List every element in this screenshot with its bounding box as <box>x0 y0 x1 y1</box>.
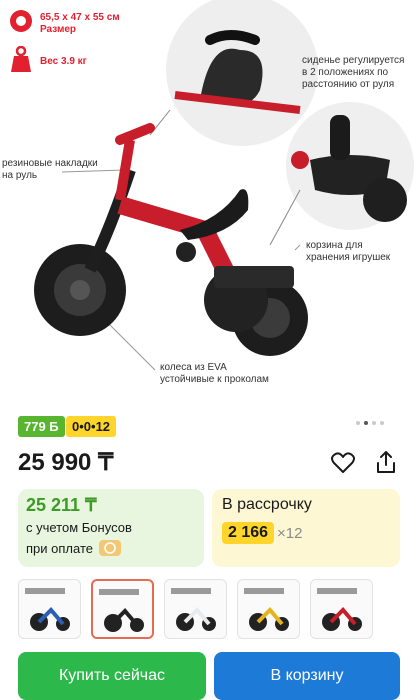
kaspi-card-icon <box>98 540 121 556</box>
carousel-dot <box>380 421 384 425</box>
thumbnail-image <box>25 588 70 631</box>
carousel-dot <box>356 421 360 425</box>
installment-times: ×12 <box>277 524 303 542</box>
thumbnail-4[interactable] <box>237 579 300 639</box>
thumbnail-2-active[interactable] <box>91 579 154 639</box>
size-label: Размер <box>40 24 77 35</box>
product-price: 25 990 ₸ <box>18 449 114 476</box>
bonus-caption-2: при оплате <box>26 540 93 556</box>
carousel-dots <box>356 421 384 425</box>
thumbnail-3[interactable] <box>164 579 227 639</box>
thumbnail-1[interactable] <box>18 579 81 639</box>
thumbnail-strip <box>18 579 373 639</box>
thumbnail-image <box>99 589 144 632</box>
wheels-note: колеса из EVA устойчивые к проколам <box>160 362 269 385</box>
product-image[interactable]: 65,5 x 47 x 55 см Размер Вес 3.9 кг сиде… <box>0 0 417 408</box>
thumbnail-image <box>317 588 362 631</box>
installment-row: 2 166 ×12 <box>222 522 303 544</box>
seat-note: сиденье регулируется в 2 положениях по р… <box>302 55 405 90</box>
heart-icon[interactable] <box>330 450 356 476</box>
bonus-caption-2-row: при оплате <box>26 540 121 556</box>
carousel-dot-active <box>364 421 368 425</box>
weight-icon <box>11 46 31 72</box>
tape-measure-icon <box>10 10 32 32</box>
carousel-dot <box>372 421 376 425</box>
thumbnail-5[interactable] <box>310 579 373 639</box>
installment-badge: 0•0•12 <box>66 416 117 437</box>
thumbnail-image <box>171 588 216 631</box>
share-icon[interactable] <box>373 449 399 475</box>
thumbnail-image <box>244 588 289 631</box>
buy-now-button[interactable]: Купить сейчас <box>18 652 206 700</box>
add-to-cart-button[interactable]: В корзину <box>214 652 400 700</box>
size-value: 65,5 x 47 x 55 см <box>40 12 120 23</box>
installment-title: В рассрочку <box>222 496 312 513</box>
installment-amount: 2 166 <box>222 522 275 544</box>
bonus-caption-1: с учетом Бонусов <box>26 520 132 535</box>
weight-value: Вес 3.9 кг <box>40 56 87 67</box>
grips-note: резиновые накладки на руль <box>2 158 98 181</box>
basket-note: корзина для хранения игрушек <box>306 240 391 263</box>
installment-card[interactable]: В рассрочку 2 166 ×12 <box>212 489 400 567</box>
bonus-badge: 779 Б <box>18 416 65 437</box>
bonus-price-card[interactable]: 25 211 ₸ с учетом Бонусов при оплате <box>18 489 204 567</box>
bonus-price: 25 211 ₸ <box>26 495 97 515</box>
